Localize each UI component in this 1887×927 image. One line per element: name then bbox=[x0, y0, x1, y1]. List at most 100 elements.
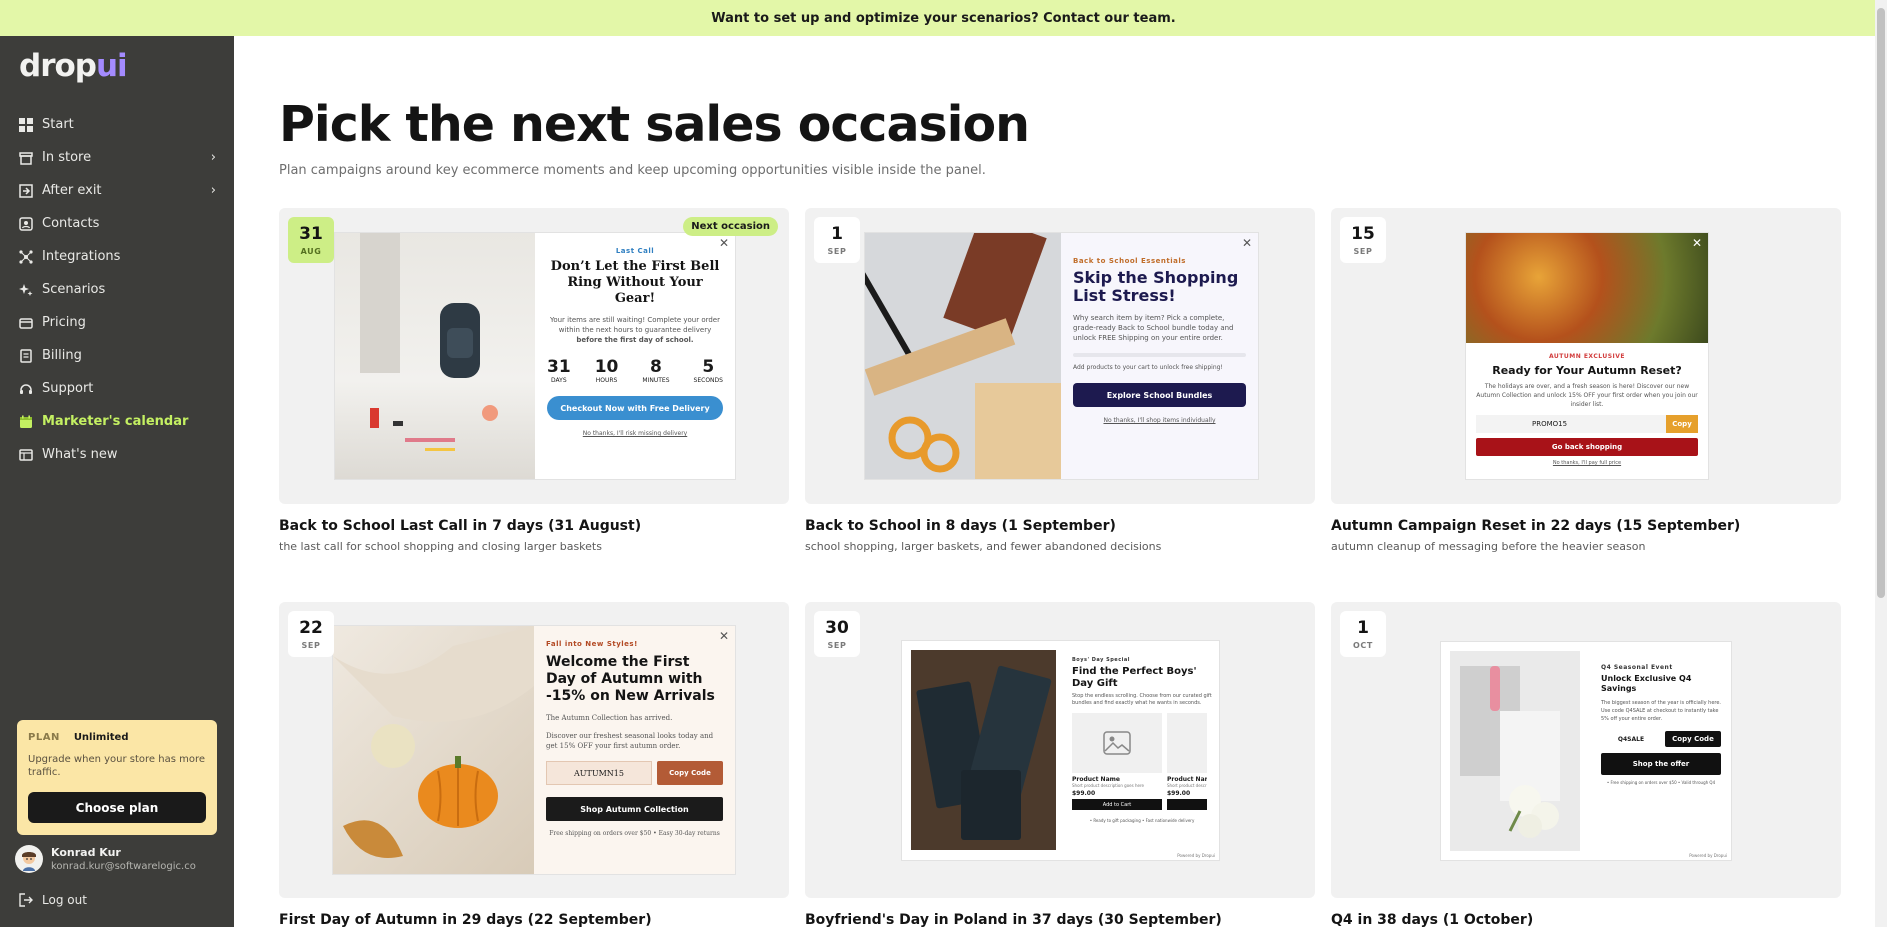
banner-text[interactable]: Want to set up and optimize your scenari… bbox=[711, 11, 1175, 26]
shipping-progress-bar bbox=[1073, 353, 1246, 357]
contacts-icon bbox=[19, 216, 33, 231]
sidebar-item-after-exit[interactable]: After exit › bbox=[0, 174, 234, 207]
sidebar-item-pricing[interactable]: Pricing bbox=[0, 306, 234, 339]
close-icon: ✕ bbox=[1691, 236, 1702, 250]
plan-value: Unlimited bbox=[73, 732, 129, 743]
logout-button[interactable]: Log out bbox=[19, 893, 87, 907]
sidebar-item-label: Pricing bbox=[42, 315, 86, 330]
user-profile[interactable]: Konrad Kur konrad.kur@softwarelogic.co bbox=[15, 845, 196, 873]
sidebar-item-whats-new[interactable]: What's new bbox=[0, 438, 234, 471]
card-preview: 15 SEP ✕ AUTUMN EXCLUSIVE Ready for Your… bbox=[1331, 208, 1841, 504]
plan-label: PLAN bbox=[28, 732, 60, 743]
sidebar-item-label: After exit bbox=[42, 183, 102, 198]
card-preview: 31 AUG Next occasion ✕ Last Call Don’t L… bbox=[279, 208, 789, 504]
shop-autumn-button: Shop Autumn Collection bbox=[546, 797, 723, 821]
sidebar-item-billing[interactable]: Billing bbox=[0, 339, 234, 372]
backpack-image bbox=[335, 233, 535, 479]
popup-preview: Boys' Day Special Find the Perfect Boys'… bbox=[902, 641, 1219, 860]
image-placeholder-icon bbox=[1072, 713, 1162, 773]
promo-code-field: PROMO15 bbox=[1476, 415, 1666, 433]
integrations-icon bbox=[19, 249, 33, 264]
store-icon bbox=[19, 151, 33, 165]
scrollbar-thumb[interactable] bbox=[1877, 8, 1885, 598]
sidebar-item-support[interactable]: Support bbox=[0, 372, 234, 405]
plan-description: Upgrade when your store has more traffic… bbox=[28, 754, 206, 778]
occasion-card[interactable]: 31 AUG Next occasion ✕ Last Call Don’t L… bbox=[279, 208, 789, 553]
sidebar-item-in-store[interactable]: In store › bbox=[0, 141, 234, 174]
explore-bundles-button: Explore School Bundles bbox=[1073, 383, 1246, 407]
sidebar-item-label: What's new bbox=[42, 447, 118, 462]
card-title: Boyfriend's Day in Poland in 37 days (30… bbox=[805, 912, 1222, 927]
card-title: First Day of Autumn in 29 days (22 Septe… bbox=[279, 912, 652, 927]
plan-card: PLAN Unlimited Upgrade when your store h… bbox=[17, 720, 217, 835]
card-title: Autumn Campaign Reset in 22 days (15 Sep… bbox=[1331, 518, 1741, 534]
card-preview: 30 SEP Boys' Day Special Find the Perfec… bbox=[805, 602, 1315, 898]
page-scrollbar[interactable] bbox=[1875, 0, 1887, 927]
sidebar-item-marketers-calendar[interactable]: Marketer's calendar bbox=[0, 405, 234, 438]
sidebar-item-label: Integrations bbox=[42, 249, 121, 264]
autumn-leaves-image bbox=[1466, 233, 1708, 343]
wallets-image bbox=[911, 650, 1056, 850]
dropui-logo[interactable]: dropui bbox=[19, 48, 128, 84]
date-badge: 30 SEP bbox=[814, 611, 860, 657]
shop-offer-button: Shop the offer bbox=[1601, 753, 1721, 775]
close-icon: ✕ bbox=[718, 629, 729, 643]
checkout-button: Checkout Now with Free Delivery bbox=[547, 396, 723, 420]
top-banner[interactable]: Want to set up and optimize your scenari… bbox=[0, 0, 1887, 36]
popup-preview: ✕ Fall into New Styles! Welcome the Firs… bbox=[333, 626, 735, 874]
billing-icon bbox=[19, 348, 33, 363]
date-badge: 31 AUG bbox=[288, 217, 334, 263]
date-badge: 15 SEP bbox=[1340, 217, 1386, 263]
magazine-flowers-image bbox=[1450, 651, 1580, 851]
close-icon: ✕ bbox=[718, 236, 729, 250]
card-preview: 22 SEP ✕ Fall into New Styles! Welcome t… bbox=[279, 602, 789, 898]
school-supplies-image bbox=[865, 233, 1065, 479]
countdown-timer: 31 DAYS 10 HOURS 8 MINUTES 5 SECONDS bbox=[547, 357, 723, 384]
pumpkins-image bbox=[333, 626, 534, 874]
sidebar-nav: Start In store › After exit › Contacts I… bbox=[0, 108, 234, 471]
exit-icon bbox=[19, 183, 33, 198]
sidebar-item-scenarios[interactable]: Scenarios bbox=[0, 273, 234, 306]
go-back-shopping-button: Go back shopping bbox=[1476, 438, 1698, 456]
occasion-card[interactable]: 1 OCT Q4 Seasonal Event Unlock Exclusive… bbox=[1331, 602, 1841, 927]
sidebar-item-start[interactable]: Start bbox=[0, 108, 234, 141]
product-card: Product Name Short product description g… bbox=[1167, 713, 1207, 810]
occasion-card[interactable]: 15 SEP ✕ AUTUMN EXCLUSIVE Ready for Your… bbox=[1331, 208, 1841, 553]
sidebar-item-integrations[interactable]: Integrations bbox=[0, 240, 234, 273]
sidebar-item-label: Start bbox=[42, 117, 74, 132]
next-occasion-badge: Next occasion bbox=[683, 217, 778, 236]
pricing-icon bbox=[19, 316, 33, 330]
sparkle-icon bbox=[19, 283, 33, 297]
occasion-card[interactable]: 1 SEP ✕ Back to School Essentials Skip t… bbox=[805, 208, 1315, 553]
date-badge: 1 OCT bbox=[1340, 611, 1386, 657]
copy-code-button: Copy Code bbox=[657, 761, 723, 785]
sidebar-item-contacts[interactable]: Contacts bbox=[0, 207, 234, 240]
sidebar-item-label: Marketer's calendar bbox=[42, 414, 189, 429]
chevron-right-icon: › bbox=[210, 150, 216, 165]
popup-preview: Q4 Seasonal Event Unlock Exclusive Q4 Sa… bbox=[1441, 642, 1731, 860]
sidebar-item-label: Scenarios bbox=[42, 282, 106, 297]
occasion-card[interactable]: 30 SEP Boys' Day Special Find the Perfec… bbox=[805, 602, 1315, 927]
page-title: Pick the next sales occasion bbox=[279, 96, 1030, 153]
sidebar-item-label: Support bbox=[42, 381, 94, 396]
card-description: autumn cleanup of messaging before the h… bbox=[1331, 540, 1646, 553]
copy-button: Copy bbox=[1666, 415, 1698, 433]
card-description: the last call for school shopping and cl… bbox=[279, 540, 602, 553]
copy-code-button: Copy Code bbox=[1665, 731, 1721, 747]
coupon-code-field: Q4SALE bbox=[1617, 735, 1645, 743]
coupon-code-field: AUTUMN15 bbox=[546, 761, 652, 785]
date-badge: 1 SEP bbox=[814, 217, 860, 263]
sidebar: dropui Start In store › After exit › Con… bbox=[0, 36, 234, 927]
user-name: Konrad Kur bbox=[51, 846, 121, 859]
sidebar-item-label: In store bbox=[42, 150, 92, 165]
popup-preview: ✕ Last Call Don’t Let the First Bell Rin… bbox=[335, 233, 735, 479]
card-description: school shopping, larger baskets, and few… bbox=[805, 540, 1162, 553]
popup-preview: ✕ Back to School Essentials Skip the Sho… bbox=[865, 233, 1258, 479]
grid-icon bbox=[19, 117, 33, 132]
close-icon: ✕ bbox=[1241, 236, 1252, 250]
choose-plan-button[interactable]: Choose plan bbox=[28, 792, 206, 823]
occasion-card[interactable]: 22 SEP ✕ Fall into New Styles! Welcome t… bbox=[279, 602, 789, 927]
popup-preview: ✕ AUTUMN EXCLUSIVE Ready for Your Autumn… bbox=[1466, 233, 1708, 479]
user-email: konrad.kur@softwarelogic.co bbox=[51, 861, 196, 872]
date-badge: 22 SEP bbox=[288, 611, 334, 657]
